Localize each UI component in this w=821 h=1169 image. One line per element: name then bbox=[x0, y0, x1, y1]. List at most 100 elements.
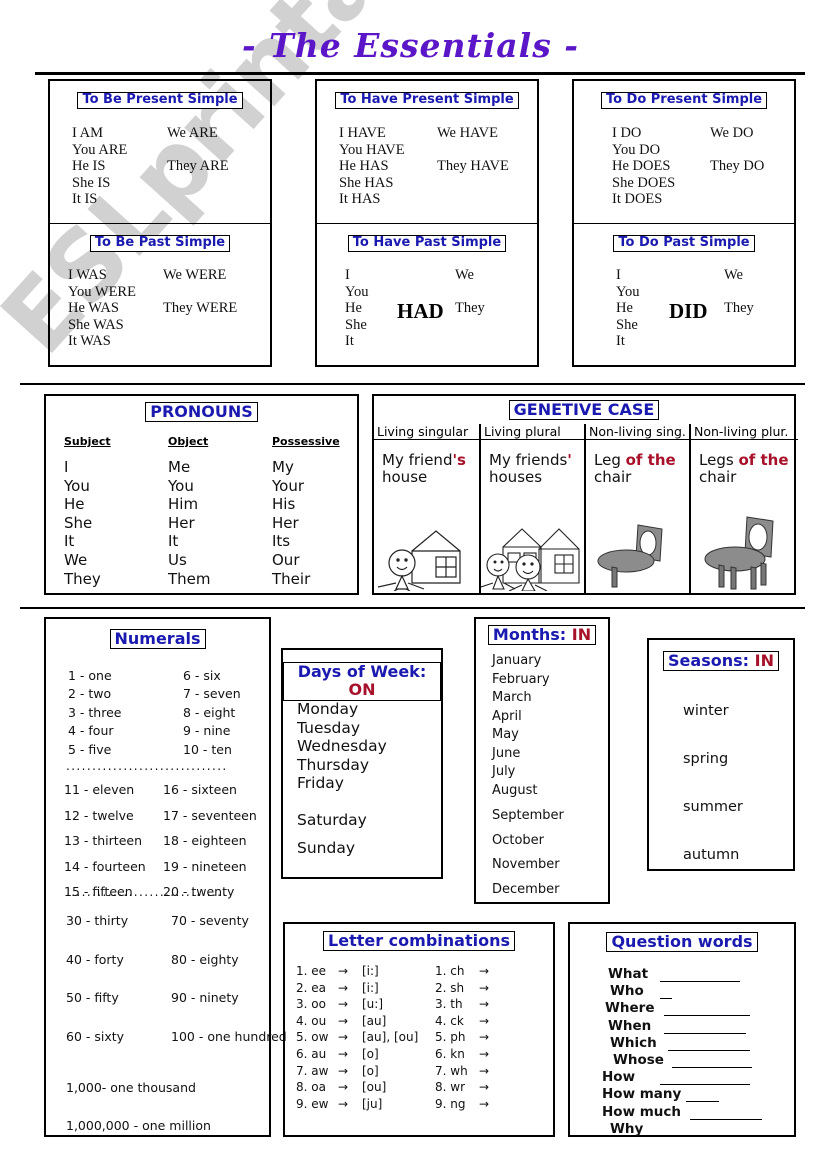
arrow-icon: → bbox=[338, 1046, 349, 1061]
verb-pronoun: She bbox=[616, 316, 638, 333]
arrow-icon: → bbox=[338, 1080, 349, 1095]
pronouns-col-object-header: Object bbox=[168, 435, 209, 448]
answer-blank[interactable] bbox=[668, 1049, 750, 1051]
question-word-row: How much bbox=[598, 1104, 788, 1121]
numeral-entry: 19 - nineteen bbox=[163, 858, 247, 874]
verb-box-to-have: To Have Present Simple I HAVE We HAVE You … bbox=[315, 79, 539, 367]
verb-row: You DO bbox=[612, 142, 821, 159]
to-be-past-heading: To Be Past Simple bbox=[89, 235, 231, 252]
list-item: He bbox=[64, 495, 85, 514]
verb-row: It HAS bbox=[339, 191, 559, 208]
verb-row: It bbox=[616, 333, 821, 350]
verb-pronoun: She DOES bbox=[612, 174, 676, 191]
verb-pronoun: I WAS bbox=[68, 267, 107, 283]
verb-box-to-be: To Be Present Simple I AM We ARE You ARE He… bbox=[48, 79, 272, 367]
divider-top bbox=[35, 72, 805, 75]
list-item: Saturday bbox=[297, 811, 367, 829]
days-weekend-list: Saturday Sunday bbox=[297, 806, 367, 862]
numeral-entry: 40 - forty bbox=[66, 951, 124, 967]
verb-pronoun: He bbox=[345, 300, 362, 316]
question-word: Why bbox=[610, 1120, 644, 1137]
verb-row: She DOES bbox=[612, 175, 821, 192]
answer-blank[interactable] bbox=[660, 1135, 754, 1137]
numeral-entry: 4 - four bbox=[68, 723, 114, 739]
genitive-cell-nonliving-plural: Non-living plur. Legs of the chair bbox=[689, 424, 798, 593]
list-item: They bbox=[64, 569, 101, 588]
numeral-entry: 8 - eight bbox=[183, 704, 236, 720]
verb-row: He IS They ARE bbox=[72, 158, 292, 175]
answer-blank[interactable] bbox=[690, 1118, 762, 1120]
list-item: summer bbox=[683, 799, 743, 815]
letter-combinations-heading: Letter combinations bbox=[323, 931, 515, 952]
verb-row: I WAS We WERE bbox=[68, 267, 288, 284]
verb-row: He HAS They HAVE bbox=[339, 158, 559, 175]
numeral-entry: 12 - twelve bbox=[64, 807, 134, 823]
verb-pronoun: They HAVE bbox=[437, 158, 509, 174]
list-item: December bbox=[492, 881, 560, 897]
combination-label: 6. au bbox=[296, 1046, 327, 1061]
numeral-entry: 3 - three bbox=[68, 704, 122, 720]
arrow-icon: → bbox=[479, 1030, 490, 1045]
list-item: 1,000- one thousand bbox=[66, 1080, 196, 1095]
answer-blank[interactable] bbox=[664, 1014, 750, 1017]
verb-row: I We bbox=[345, 267, 565, 284]
to-have-present-rows: I HAVE We HAVE You HAVE He HAS They HAVE She … bbox=[317, 125, 559, 208]
verb-pronoun: They bbox=[724, 300, 754, 316]
arrow-icon: → bbox=[338, 980, 349, 995]
verb-row: You bbox=[345, 284, 565, 301]
arrow-icon: → bbox=[338, 964, 349, 978]
ipa-value: [ju] bbox=[362, 1096, 383, 1111]
pronouns-col-possessive-header: Possessive bbox=[272, 435, 340, 448]
arrow-icon: → bbox=[338, 997, 349, 1012]
genitive-label-1: Living plural bbox=[481, 424, 584, 441]
answer-blank[interactable] bbox=[660, 997, 672, 1000]
list-item: Him bbox=[168, 495, 199, 514]
question-word-row: How many bbox=[598, 1086, 788, 1103]
list-item: Your bbox=[272, 476, 305, 495]
combination-label: 4. ck bbox=[435, 1013, 464, 1028]
combination-label: 4. ou bbox=[296, 1013, 327, 1028]
verb-row: She HAS bbox=[339, 175, 559, 192]
to-have-present-heading: To Have Present Simple bbox=[335, 92, 519, 109]
verb-pronoun: It WAS bbox=[68, 333, 111, 349]
combination-label: 3. oo bbox=[296, 997, 326, 1012]
answer-blank[interactable] bbox=[660, 1083, 750, 1086]
chair-plural-icon bbox=[691, 513, 798, 591]
question-word: Where bbox=[605, 1000, 655, 1017]
arrow-icon: → bbox=[479, 964, 490, 978]
list-item: Monday bbox=[297, 700, 359, 718]
question-word: What bbox=[608, 966, 649, 982]
seasons-box: Seasons: IN winter spring summer autumn bbox=[647, 638, 795, 871]
answer-blank[interactable] bbox=[660, 980, 740, 982]
list-item: Thursday bbox=[297, 755, 370, 774]
question-words-list: What Who Where When Which Whose How How many How… bbox=[598, 966, 788, 1138]
verb-pronoun: You ARE bbox=[72, 141, 128, 158]
ipa-value: [u:] bbox=[362, 997, 384, 1012]
numeral-entry: 17 - seventeen bbox=[163, 807, 257, 823]
arrow-icon: → bbox=[479, 997, 490, 1012]
verb-pronoun: It bbox=[616, 333, 625, 349]
answer-blank[interactable] bbox=[664, 1032, 746, 1034]
verb-row: I DO We DO bbox=[612, 125, 821, 142]
verb-row: It IS bbox=[72, 191, 292, 208]
people-houses-icon bbox=[480, 513, 584, 592]
verb-pronoun: He DOES bbox=[612, 158, 671, 174]
list-item: June bbox=[492, 745, 521, 761]
verb-pronoun: I bbox=[345, 267, 350, 283]
arrow-icon: → bbox=[338, 1096, 349, 1111]
verb-pronoun: I DO bbox=[612, 125, 642, 141]
combination-label: 5. ph bbox=[435, 1030, 466, 1045]
arrow-icon: → bbox=[338, 1013, 349, 1028]
numeral-entry: 80 - eighty bbox=[171, 951, 239, 967]
answer-blank[interactable] bbox=[686, 1100, 719, 1103]
days-weekday-list: Monday Tuesday Wednesday Thursday Friday bbox=[297, 700, 387, 793]
to-be-present-rows: I AM We ARE You ARE He IS They ARE She IS It I… bbox=[50, 125, 292, 208]
question-word: How much bbox=[602, 1103, 682, 1120]
arrow-icon: → bbox=[479, 1096, 490, 1111]
genitive-text-2: Leg of the chair bbox=[594, 451, 676, 487]
list-item: April bbox=[492, 708, 522, 724]
answer-blank[interactable] bbox=[672, 1066, 752, 1068]
list-item: It bbox=[64, 532, 75, 551]
pronouns-col-subject-header: Subject bbox=[64, 435, 111, 448]
combination-label: 2. ea bbox=[296, 980, 326, 995]
